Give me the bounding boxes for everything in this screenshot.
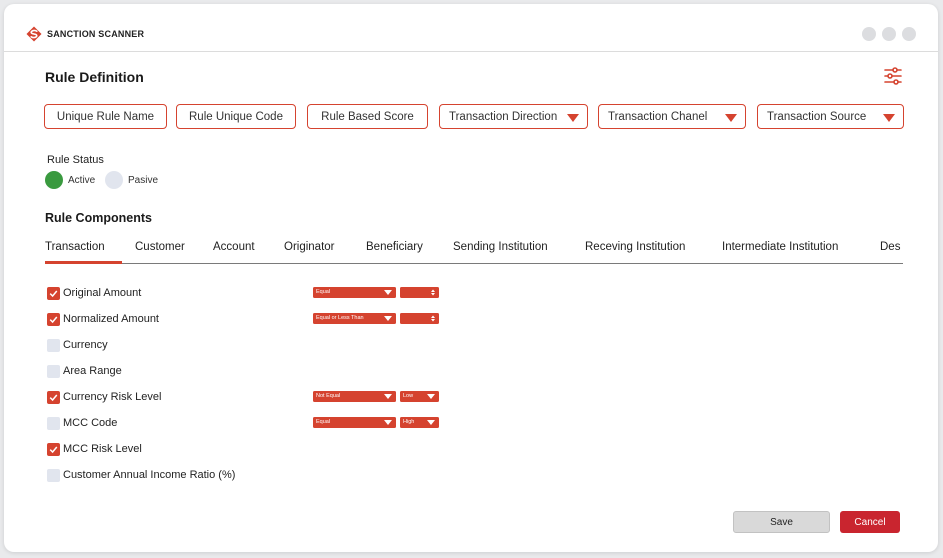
rule-status-label: Rule Status [47,154,104,166]
tab-receving-institution[interactable]: Receving Institution [585,241,685,253]
component-row: Currency [47,338,108,352]
tab-sending-institution[interactable]: Sending Institution [453,241,548,253]
sanction-scanner-logo-icon [26,26,42,42]
caret-down-icon [384,290,392,295]
radio-label: Pasive [128,174,159,186]
checkbox-checked-icon[interactable] [47,442,60,456]
radio-label: Active [68,174,96,186]
checkbox-checked-icon[interactable] [47,286,60,300]
select-value: Equal [316,419,331,425]
row-label: MCC Risk Level [63,443,142,455]
checkbox-unchecked-icon[interactable] [47,416,60,430]
row-label: Currency [63,339,108,351]
active-tab-indicator [45,261,122,264]
value-stepper[interactable] [400,287,439,298]
window-controls [862,27,916,41]
field-label: Unique Rule Name [56,110,155,123]
rule-based-score-field[interactable]: Rule Based Score [307,104,428,129]
value-stepper[interactable] [400,313,439,324]
window-dot-icon[interactable] [902,27,916,41]
value-select[interactable]: Low [400,391,439,402]
row-label: Currency Risk Level [63,391,162,403]
checkbox-unchecked-icon[interactable] [47,468,60,482]
caret-down-icon [384,394,392,399]
caret-down-icon [384,316,392,321]
caret-down-icon [883,114,895,122]
operator-select[interactable]: Equal or Less Than [313,313,396,324]
field-label: Rule Based Score [321,110,414,123]
title-bar: SANCTION SCANNER [4,4,938,52]
unique-rule-name-field[interactable]: Unique Rule Name [44,104,167,129]
tab-account[interactable]: Account [213,241,255,253]
tab-beneficiary[interactable]: Beneficiary [366,241,423,253]
field-label: Rule Unique Code [189,110,283,123]
brand: SANCTION SCANNER [26,26,144,42]
save-button[interactable]: Save [733,511,830,533]
transaction-direction-dropdown[interactable]: Transaction Direction [439,104,588,129]
component-row: MCC Risk Level [47,442,142,456]
value-select[interactable]: High [400,417,439,428]
tab-originator[interactable]: Originator [284,241,335,253]
status-pasive-radio[interactable]: Pasive [105,171,158,189]
operator-select[interactable]: Not Equal [313,391,396,402]
component-row: MCC Code [47,416,117,430]
operator-select[interactable]: Equal [313,417,396,428]
caret-down-icon [567,114,579,122]
tab-customer[interactable]: Customer [135,241,185,253]
component-row: Normalized Amount [47,312,159,326]
field-label: Transaction Source [767,110,867,123]
window-dot-icon[interactable] [882,27,896,41]
radio-on-icon [45,171,63,189]
page-title: Rule Definition [45,69,144,85]
select-value: Equal [316,289,331,295]
app-window: SANCTION SCANNER Rule Definition Unique … [4,4,938,552]
tab-des[interactable]: Des [880,241,900,253]
stepper-arrows-icon [431,289,435,296]
caret-down-icon [427,394,435,399]
status-active-radio[interactable]: Active [45,171,95,189]
caret-down-icon [725,114,737,122]
component-row: Original Amount [47,286,141,300]
window-dot-icon[interactable] [862,27,876,41]
radio-off-icon [105,171,123,189]
rule-unique-code-field[interactable]: Rule Unique Code [176,104,296,129]
brand-name: SANCTION SCANNER [47,29,145,39]
checkbox-unchecked-icon[interactable] [47,338,60,352]
cancel-button[interactable]: Cancel [840,511,900,533]
row-label: Customer Annual Income Ratio (%) [63,469,236,481]
tab-transaction[interactable]: Transaction [45,241,105,253]
select-value: Not Equal [316,393,341,399]
row-label: MCC Code [63,417,118,429]
component-tabs: Transaction Customer Account Originator … [45,236,903,264]
select-value: Low [403,393,414,399]
row-label: Original Amount [63,287,142,299]
operator-select[interactable]: Equal [313,287,396,298]
row-label: Area Range [63,365,122,377]
sliders-icon[interactable] [884,67,902,85]
row-label: Normalized Amount [63,313,159,325]
select-value: Equal or Less Than [316,315,364,321]
caret-down-icon [427,420,435,425]
stepper-arrows-icon [431,315,435,322]
transaction-source-dropdown[interactable]: Transaction Source [757,104,904,129]
transaction-chanel-dropdown[interactable]: Transaction Chanel [598,104,746,129]
checkbox-checked-icon[interactable] [47,312,60,326]
field-label: Transaction Chanel [608,110,708,123]
component-row: Area Range [47,364,122,378]
caret-down-icon [384,420,392,425]
component-row: Currency Risk Level [47,390,161,404]
checkbox-checked-icon[interactable] [47,390,60,404]
tab-intermediate-institution[interactable]: Intermediate Institution [722,241,838,253]
select-value: High [403,419,415,425]
checkbox-unchecked-icon[interactable] [47,364,60,378]
component-row: Customer Annual Income Ratio (%) [47,468,235,482]
rule-components-title: Rule Components [45,211,152,225]
field-label: Transaction Direction [449,110,558,123]
